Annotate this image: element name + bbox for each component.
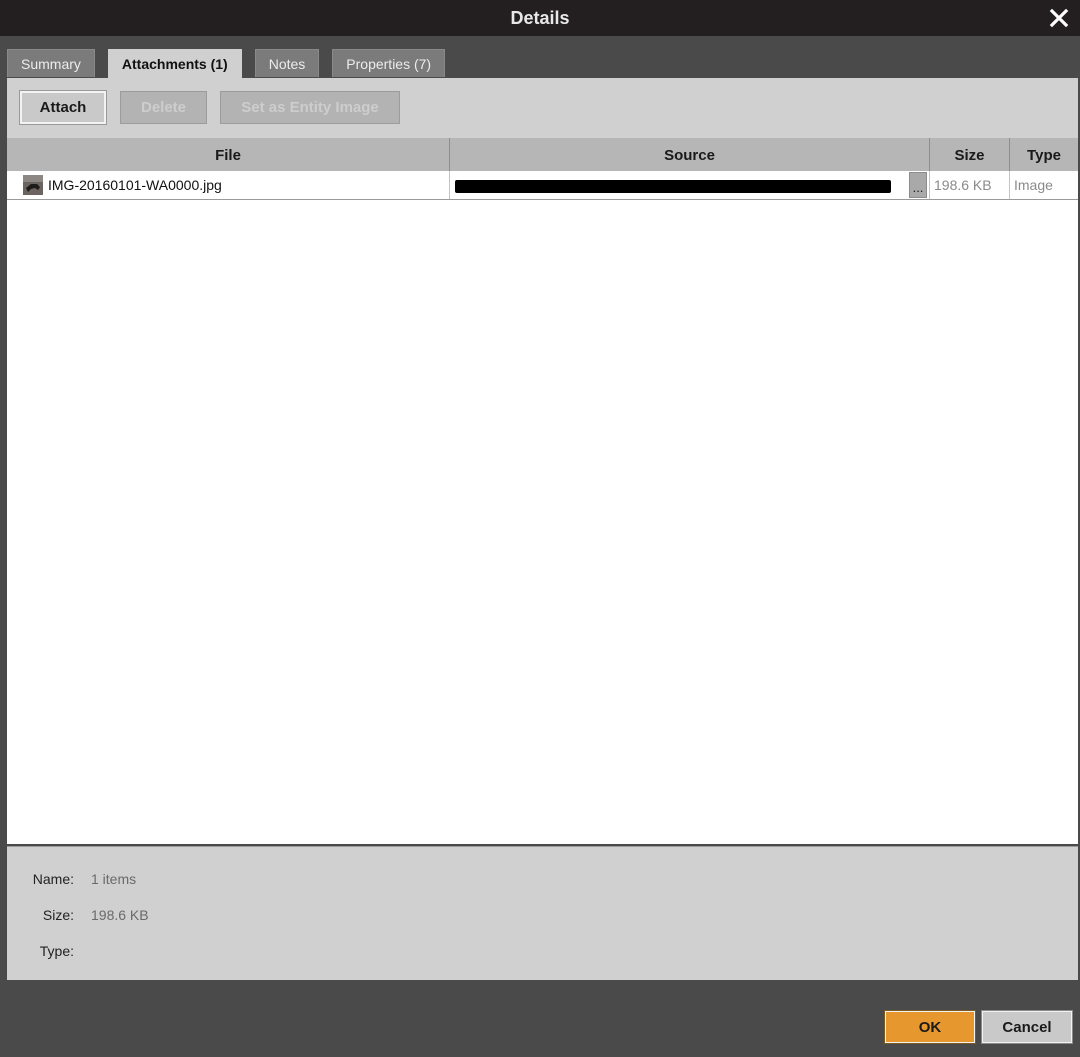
attachments-table: File Source Size Type IMG-20160101-WA000… (7, 138, 1078, 844)
attachments-toolbar: Attach Delete Set as Entity Image (7, 78, 1078, 138)
title-bar: Details (0, 0, 1080, 36)
set-entity-image-button[interactable]: Set as Entity Image (220, 91, 400, 124)
close-icon (1049, 8, 1069, 28)
name-label: Name: (32, 871, 74, 887)
attach-button[interactable]: Attach (19, 90, 107, 125)
type-label: Type: (39, 943, 74, 959)
tab-notes[interactable]: Notes (254, 49, 320, 77)
column-header-size[interactable]: Size (930, 138, 1010, 171)
delete-button[interactable]: Delete (120, 91, 207, 124)
table-header: File Source Size Type (7, 138, 1078, 171)
column-header-type[interactable]: Type (1010, 138, 1078, 171)
type-cell: Image (1014, 177, 1053, 193)
file-name: IMG-20160101-WA0000.jpg (48, 177, 222, 193)
cancel-button[interactable]: Cancel (981, 1010, 1073, 1044)
size-cell: 198.6 KB (930, 171, 1010, 199)
tab-bar: Summary Attachments (1) Notes Properties… (7, 49, 458, 78)
name-value: 1 items (91, 871, 137, 887)
close-button[interactable] (1044, 3, 1074, 33)
image-thumbnail-icon (23, 175, 43, 195)
window-title: Details (510, 7, 570, 28)
redacted-source-path (455, 180, 891, 193)
file-cell: IMG-20160101-WA0000.jpg (7, 171, 450, 199)
tab-summary[interactable]: Summary (7, 49, 95, 77)
tab-properties[interactable]: Properties (7) (332, 49, 446, 77)
size-label: Size: (42, 907, 74, 923)
tab-attachments[interactable]: Attachments (1) (107, 49, 242, 78)
size-value: 198.6 KB (91, 907, 149, 923)
selection-info-panel: Name: 1 items Size: 198.6 KB Type: (7, 846, 1078, 980)
ok-button[interactable]: OK (884, 1010, 976, 1044)
column-header-source[interactable]: Source (450, 138, 930, 171)
column-header-file[interactable]: File (7, 138, 450, 171)
browse-source-button[interactable]: ... (909, 172, 927, 198)
